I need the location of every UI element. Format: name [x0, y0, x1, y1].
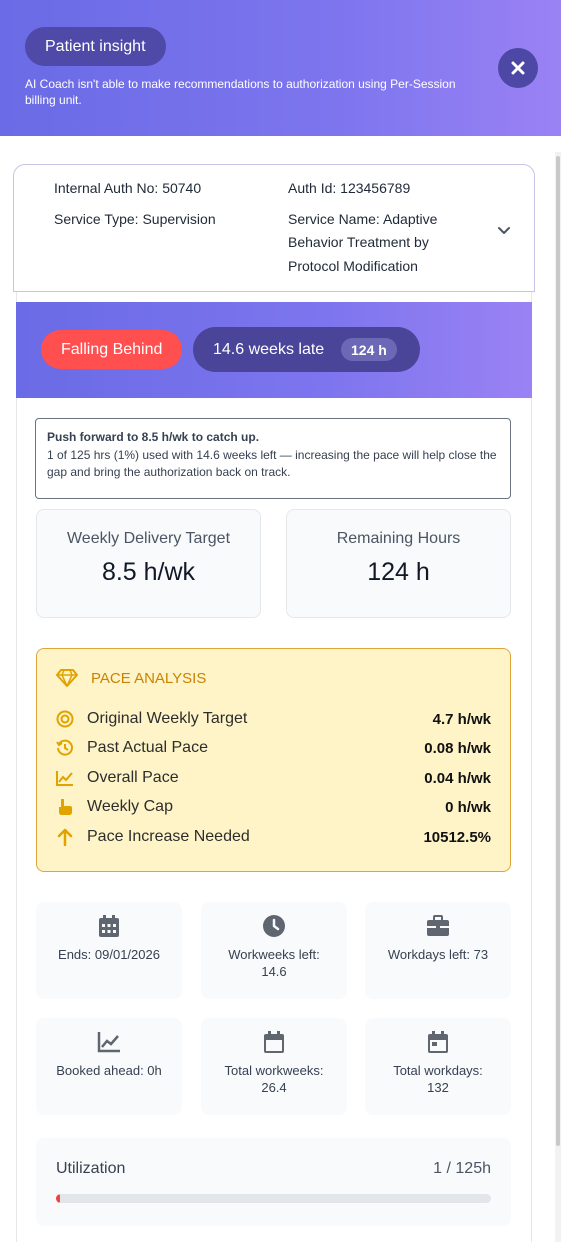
catch-up-message: Push forward to 8.5 h/wk to catch up. 1 … — [35, 418, 511, 499]
stat-value: 8.5 h/wk — [101, 558, 196, 586]
auth-id-field: Auth Id: 123456789 — [288, 180, 411, 196]
info-line: Workweeks left: — [228, 947, 320, 962]
info-line: Workdays left: 73 — [387, 947, 489, 962]
utilization-progress-track — [56, 1194, 491, 1203]
pace-row: Pace Increase Needed 10512.5% — [56, 826, 491, 848]
total-workdays-card: Total workdays: 132 — [365, 1018, 511, 1115]
workweeks-left-card: Workweeks left: 14.6 — [201, 902, 347, 999]
info-line: Total workdays: — [393, 1063, 483, 1078]
internal-auth-field: Internal Auth No: 50740 — [54, 180, 202, 196]
stat-value: 124 h — [367, 558, 430, 586]
ai-coach-note: AI Coach isn't able to make recommendati… — [25, 77, 456, 107]
pace-row: Weekly Cap 0 h/wk — [56, 796, 491, 818]
pace-row-label: Past Actual Pace — [87, 739, 208, 756]
pace-row: Original Weekly Target 4.7 h/wk — [56, 708, 491, 730]
briefcase-icon — [426, 914, 450, 938]
info-line: 14.6 — [261, 964, 287, 979]
trend-chart-icon — [56, 769, 74, 787]
close-button[interactable] — [498, 48, 538, 88]
weekly-target-card: Weekly Delivery Target 8.5 h/wk — [36, 509, 261, 618]
panel-title: Patient insight — [25, 27, 166, 66]
pace-row-value: 0 h/wk — [445, 798, 491, 816]
info-line: 26.4 — [261, 1080, 287, 1095]
booked-ahead-card: Booked ahead: 0h — [36, 1018, 182, 1115]
weeks-late-label: 14.6 weeks late — [213, 340, 325, 358]
info-line: Ends: 09/01/2026 — [58, 947, 160, 962]
info-line: Booked ahead: 0h — [56, 1063, 162, 1078]
remaining-hours-chip: 124 h — [341, 338, 397, 361]
calendar-grid-icon — [97, 914, 121, 938]
catch-up-detail: 1 of 125 hrs (1%) used with 14.6 weeks l… — [47, 448, 497, 479]
scrollbar-thumb[interactable] — [556, 156, 560, 1146]
service-type-field: Service Type: Supervision — [54, 211, 216, 227]
pace-row-value: 0.08 h/wk — [424, 739, 491, 757]
falling-behind-badge: Falling Behind — [41, 330, 183, 369]
remaining-hours-card: Remaining Hours 124 h — [286, 509, 511, 618]
utilization-progress-fill — [56, 1194, 61, 1203]
trend-chart-icon — [97, 1030, 121, 1054]
utilization-card: Utilization 1 / 125h — [36, 1138, 511, 1226]
pace-row-label: Original Weekly Target — [87, 710, 248, 727]
history-icon — [56, 739, 74, 757]
info-line: 132 — [427, 1080, 449, 1095]
catch-up-headline: Push forward to 8.5 h/wk to catch up. — [47, 430, 260, 444]
pace-row-label: Weekly Cap — [87, 798, 173, 815]
calendar-icon — [262, 1030, 286, 1054]
service-name-field: Service Name: Adaptive — [288, 211, 438, 227]
pace-row-value: 0.04 h/wk — [424, 769, 491, 787]
service-name-line2: Behavior Treatment by — [288, 234, 429, 250]
stat-title: Weekly Delivery Target — [66, 530, 231, 547]
weeks-late-badge: 14.6 weeks late 124 h — [193, 327, 420, 372]
arrow-up-icon — [56, 828, 74, 846]
pace-row: Overall Pace 0.04 h/wk — [56, 767, 491, 789]
total-workweeks-card: Total workweeks: 26.4 — [201, 1018, 347, 1115]
utilization-label: Utilization — [56, 1160, 126, 1177]
chevron-down-icon — [498, 227, 510, 234]
pace-row-value: 4.7 h/wk — [432, 710, 491, 728]
pace-analysis-title: PACE ANALYSIS — [52, 669, 206, 687]
insight-header: Patient insight AI Coach isn't able to m… — [0, 0, 561, 136]
pace-row-value: 10512.5% — [423, 828, 491, 846]
info-line: Total workweeks: — [224, 1063, 324, 1078]
clock-icon — [262, 914, 286, 938]
ends-date-card: Ends: 09/01/2026 — [36, 902, 182, 999]
pace-row-label: Overall Pace — [87, 769, 179, 786]
diamond-icon — [56, 669, 78, 687]
workdays-left-card: Workdays left: 73 — [365, 902, 511, 999]
expand-chevron-button[interactable] — [497, 223, 511, 241]
service-name-line3: Protocol Modification — [288, 258, 418, 274]
stat-title: Remaining Hours — [336, 530, 461, 547]
hand-pointer-icon — [56, 798, 74, 816]
pace-row: Past Actual Pace 0.08 h/wk — [56, 737, 491, 759]
pace-row-label: Pace Increase Needed — [87, 828, 250, 845]
close-icon — [511, 61, 525, 75]
calendar-icon — [426, 1030, 450, 1054]
utilization-value: 1 / 125h — [433, 1160, 491, 1177]
target-icon — [56, 710, 74, 728]
